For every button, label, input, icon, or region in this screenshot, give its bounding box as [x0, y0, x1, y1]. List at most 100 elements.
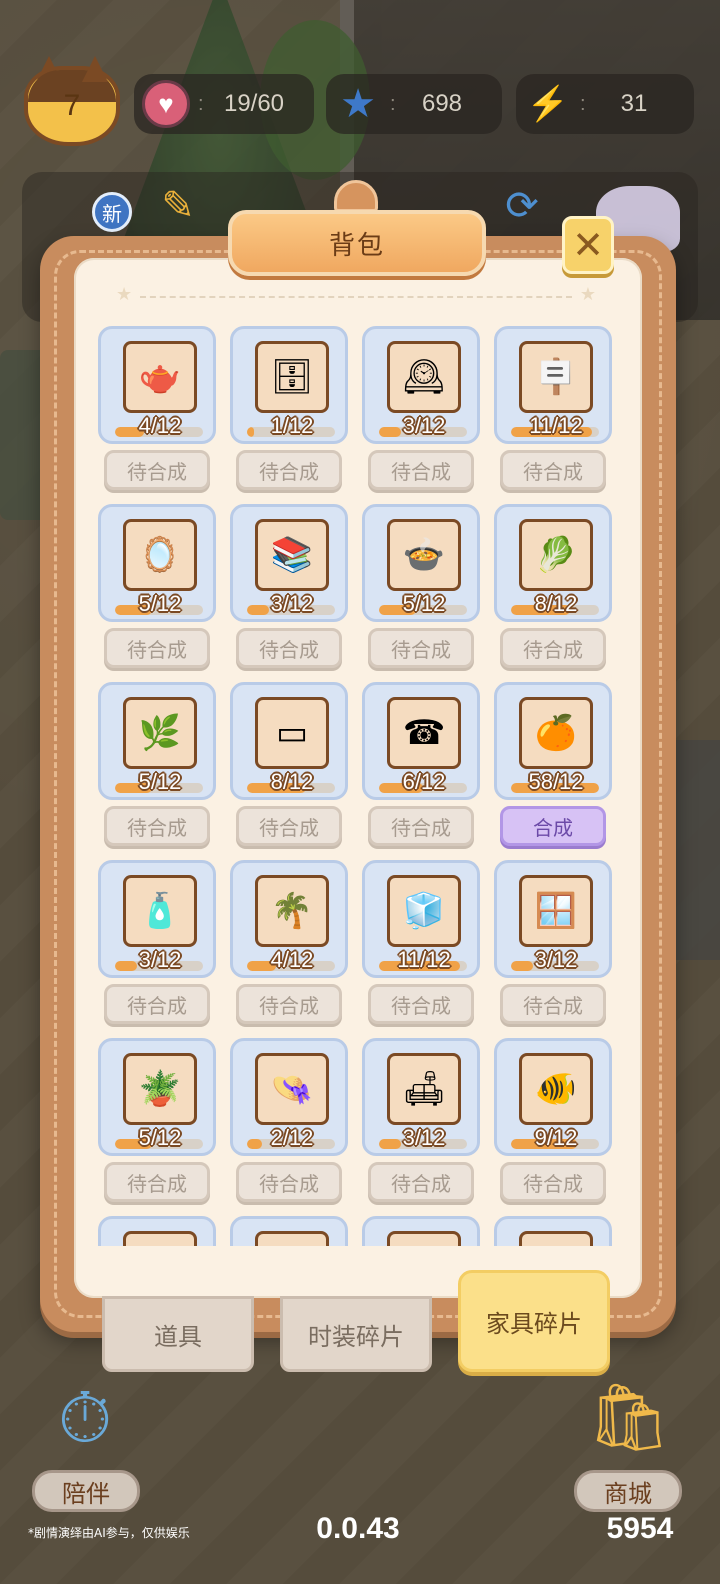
wooden-bench-icon: 🛋: [387, 1053, 461, 1125]
wall-shelf-icon: 📚: [255, 519, 329, 591]
item-card[interactable]: 🌴 4/12: [230, 860, 348, 978]
pending-synthesis-button[interactable]: 待合成: [104, 984, 210, 1024]
partial-item-plant-icon: 🌱: [123, 1231, 197, 1246]
item-card[interactable]: 🐠 9/12: [494, 1038, 612, 1156]
panel-title: 背包: [228, 210, 486, 276]
item-card[interactable]: 👒 2/12: [230, 1038, 348, 1156]
item-card[interactable]: ☎ 6/12: [362, 682, 480, 800]
item-card[interactable]: 🍊 58/12: [494, 682, 612, 800]
item-card[interactable]: 📦: [362, 1216, 480, 1246]
tab-fashion-fragments[interactable]: 时装碎片: [280, 1296, 432, 1372]
energy-value: 31: [620, 90, 648, 117]
close-button[interactable]: ✕: [562, 216, 614, 274]
item-card[interactable]: 🧊 11/12: [362, 860, 480, 978]
item-card[interactable]: 🪵: [230, 1216, 348, 1246]
item-card[interactable]: 🗄 1/12: [230, 326, 348, 444]
item-card[interactable]: 🪟 3/12: [494, 860, 612, 978]
pending-synthesis-button[interactable]: 待合成: [236, 806, 342, 846]
pending-synthesis-button[interactable]: 待合成: [236, 628, 342, 668]
shopping-bag-icon[interactable]: 🛍: [574, 1366, 684, 1470]
item-card[interactable]: 🧴 3/12: [98, 860, 216, 978]
item-slot[interactable]: 🛋 3/12 待合成: [362, 1038, 480, 1208]
pending-synthesis-button[interactable]: 待合成: [104, 806, 210, 846]
star-plus-icon[interactable]: ★: [334, 80, 382, 128]
hearts-counter[interactable]: ♥ : 19/60: [134, 74, 314, 134]
tab-furniture-fragments[interactable]: 家具碎片: [458, 1270, 610, 1372]
item-card[interactable]: ▭ 8/12: [230, 682, 348, 800]
item-slot[interactable]: 🗄 1/12 待合成: [230, 326, 348, 496]
shop-button[interactable]: 商城: [574, 1470, 682, 1512]
item-card[interactable]: 🌿 5/12: [98, 682, 216, 800]
new-badge[interactable]: 新: [92, 192, 132, 232]
pending-synthesis-button[interactable]: 待合成: [236, 984, 342, 1024]
item-slot[interactable]: 🌿 5/12 待合成: [98, 682, 216, 852]
refresh-cycle-icon[interactable]: ⟳: [494, 178, 550, 234]
pending-synthesis-button[interactable]: 待合成: [500, 450, 606, 490]
mirror-shelf-icon: 🪞: [123, 519, 197, 591]
pending-synthesis-button[interactable]: 待合成: [500, 984, 606, 1024]
item-card[interactable]: 🪴 5/12: [98, 1038, 216, 1156]
item-card[interactable]: 🍲 5/12: [362, 504, 480, 622]
item-slot[interactable]: 🥬 8/12 待合成: [494, 504, 612, 674]
item-card[interactable]: 🪞 5/12: [98, 504, 216, 622]
pencil-icon[interactable]: ✎: [150, 178, 206, 234]
item-slot[interactable]: 🍊 58/12 合成: [494, 682, 612, 852]
fishbowl-table-icon: 🐠: [519, 1053, 593, 1125]
fragment-count: 5/12: [138, 1125, 182, 1150]
item-slot[interactable]: 🍲 5/12 待合成: [362, 504, 480, 674]
level-value: 7: [63, 89, 81, 122]
stopwatch-heart-icon[interactable]: ⏱: [30, 1368, 140, 1468]
pending-synthesis-button[interactable]: 待合成: [236, 1162, 342, 1202]
pending-synthesis-button[interactable]: 待合成: [104, 628, 210, 668]
item-slot[interactable]: 🧊 11/12 待合成: [362, 860, 480, 1030]
item-slot[interactable]: 🪴 5/12 待合成: [98, 1038, 216, 1208]
energy-counter[interactable]: ⚡ : 31: [516, 74, 694, 134]
item-slot[interactable]: 🪵: [230, 1216, 348, 1246]
item-slot[interactable]: 📚 3/12 待合成: [230, 504, 348, 674]
pending-synthesis-button[interactable]: 待合成: [368, 1162, 474, 1202]
item-slot[interactable]: 🪧 11/12 待合成: [494, 326, 612, 496]
ai-disclaimer: *剧情演绎由AI参与，仅供娱乐: [28, 1526, 190, 1540]
item-card[interactable]: 🪧 11/12: [494, 326, 612, 444]
item-card[interactable]: 🛋 3/12: [362, 1038, 480, 1156]
item-slot[interactable]: 🪞 5/12 待合成: [98, 504, 216, 674]
item-card[interactable]: 🫖 4/12: [98, 326, 216, 444]
item-card[interactable]: 🥬 8/12: [494, 504, 612, 622]
item-slot[interactable]: 🪟 3/12 待合成: [494, 860, 612, 1030]
item-slot[interactable]: 🧴 3/12 待合成: [98, 860, 216, 1030]
pending-synthesis-button[interactable]: 待合成: [104, 450, 210, 490]
item-grid[interactable]: 🫖 4/12 待合成 🗄 1/12 待合成 🕰 3/12 待合成 🪧 11/12 待合成 🪞 5/12 待合…: [98, 326, 618, 1246]
item-card[interactable]: 🌱: [98, 1216, 216, 1246]
stars-value: 698: [421, 90, 463, 117]
item-card[interactable]: 📚 3/12: [230, 504, 348, 622]
fragment-count: 5/12: [402, 591, 446, 616]
item-slot[interactable]: 🍃: [494, 1216, 612, 1246]
pending-synthesis-button[interactable]: 待合成: [104, 1162, 210, 1202]
level-badge[interactable]: 7: [24, 66, 120, 146]
fragment-count: 11/12: [397, 947, 451, 972]
item-slot[interactable]: 🕰 3/12 待合成: [362, 326, 480, 496]
pending-synthesis-button[interactable]: 待合成: [500, 1162, 606, 1202]
pending-synthesis-button[interactable]: 待合成: [368, 628, 474, 668]
pending-synthesis-button[interactable]: 待合成: [368, 984, 474, 1024]
synthesize-button[interactable]: 合成: [500, 806, 606, 846]
item-slot[interactable]: 🌱: [98, 1216, 216, 1246]
stars-counter[interactable]: ★ : 698: [326, 74, 502, 134]
item-card[interactable]: 🕰 3/12: [362, 326, 480, 444]
partial-item-leaf-icon: 🍃: [519, 1231, 593, 1246]
companion-button[interactable]: 陪伴: [32, 1470, 140, 1512]
item-card[interactable]: 🍃: [494, 1216, 612, 1246]
pending-synthesis-button[interactable]: 待合成: [500, 628, 606, 668]
item-slot[interactable]: ☎ 6/12 待合成: [362, 682, 480, 852]
item-slot[interactable]: 👒 2/12 待合成: [230, 1038, 348, 1208]
item-slot[interactable]: 🫖 4/12 待合成: [98, 326, 216, 496]
item-slot[interactable]: ▭ 8/12 待合成: [230, 682, 348, 852]
pending-synthesis-button[interactable]: 待合成: [368, 450, 474, 490]
item-slot[interactable]: 📦: [362, 1216, 480, 1246]
pending-synthesis-button[interactable]: 待合成: [236, 450, 342, 490]
item-slot[interactable]: 🌴 4/12 待合成: [230, 860, 348, 1030]
lightning-plus-icon[interactable]: ⚡: [524, 80, 572, 128]
tab-props[interactable]: 道具: [102, 1296, 254, 1372]
pending-synthesis-button[interactable]: 待合成: [368, 806, 474, 846]
item-slot[interactable]: 🐠 9/12 待合成: [494, 1038, 612, 1208]
